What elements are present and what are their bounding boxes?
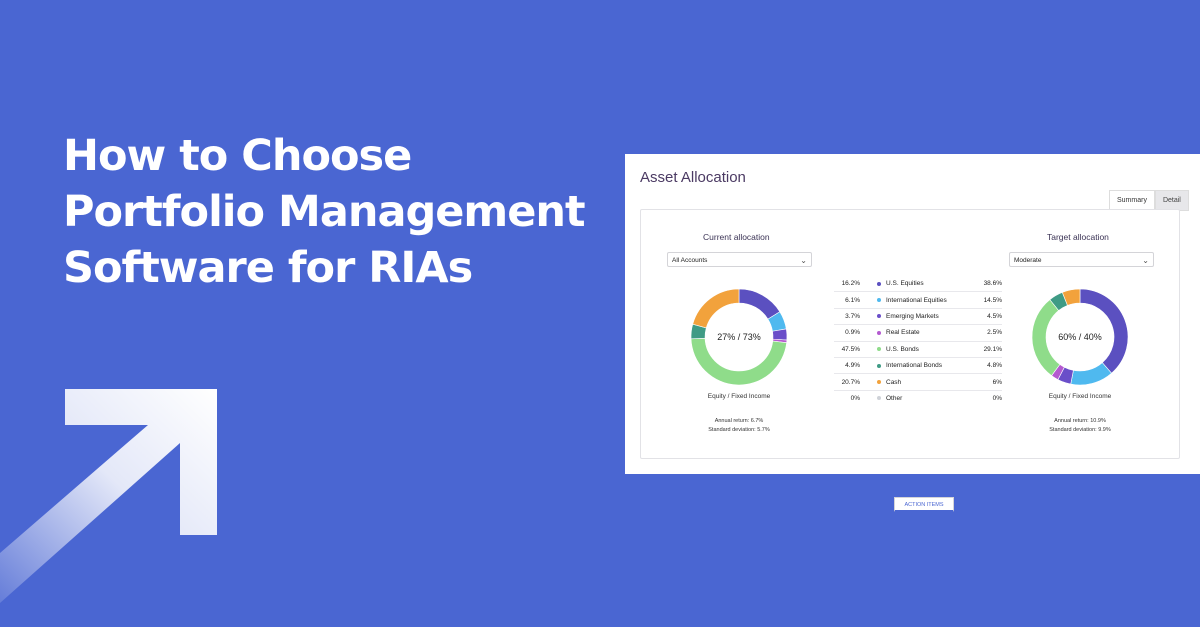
- legend-dot-icon: [877, 314, 881, 319]
- allocation-table: 16.2% U.S. Equities 38.6% 6.1% International…: [834, 276, 1002, 406]
- card-title: Asset Allocation: [640, 169, 746, 186]
- current-percent: 47.5%: [841, 345, 860, 353]
- legend-dot-icon: [877, 347, 881, 352]
- legend-dot-icon: [877, 363, 881, 368]
- current-annual-return: Annual return: 6.7%: [714, 418, 764, 424]
- asset-class-name: Other: [886, 394, 903, 402]
- donut-segment: [690, 337, 787, 386]
- allocation-row: 16.2% U.S. Equities 38.6%: [834, 276, 1002, 293]
- target-center-text: 60% / 40%: [1058, 332, 1102, 342]
- tab-detail[interactable]: Detail: [1154, 190, 1189, 211]
- action-items-button[interactable]: ACTION ITEMS: [894, 497, 954, 512]
- donut-segment: [1070, 362, 1112, 386]
- current-account-select-value: All Accounts: [672, 257, 708, 264]
- target-percent: 4.5%: [987, 312, 1002, 320]
- current-allocation-heading: Current allocation: [703, 232, 770, 242]
- donut-segment: [692, 288, 740, 329]
- asset-class-name: U.S. Bonds: [886, 345, 919, 353]
- target-percent: 38.6%: [983, 280, 1002, 288]
- current-percent: 3.7%: [845, 312, 860, 320]
- current-center-text: 27% / 73%: [717, 332, 761, 342]
- target-percent: 14.5%: [983, 296, 1002, 304]
- donut-segment: [738, 288, 781, 320]
- target-stats: Annual return: 10.9% Standard deviation:…: [1010, 417, 1150, 435]
- asset-class-name: U.S. Equities: [886, 280, 924, 288]
- asset-class-name: Real Estate: [886, 329, 920, 337]
- asset-allocation-card: Asset Allocation Summary Detail Current …: [625, 154, 1200, 512]
- target-model-select-value: Moderate: [1014, 257, 1042, 264]
- allocation-row: 20.7% Cash 6%: [834, 374, 1002, 391]
- current-stats: Annual return: 6.7% Standard deviation: …: [669, 417, 809, 435]
- target-caption: Equity / Fixed Income: [1048, 393, 1112, 400]
- target-annual-return: Annual return: 10.9%: [1054, 418, 1106, 424]
- target-percent: 2.5%: [987, 329, 1002, 337]
- current-std-dev: Standard deviation: 5.7%: [708, 427, 770, 433]
- target-percent: 0%: [992, 394, 1002, 402]
- target-percent: 4.8%: [987, 362, 1002, 370]
- current-percent: 0%: [850, 394, 860, 402]
- target-percent: 29.1%: [983, 345, 1002, 353]
- tab-summary[interactable]: Summary: [1109, 190, 1155, 211]
- allocation-panel: Current allocation All Accounts ⌄ 27% / …: [640, 209, 1180, 512]
- allocation-row: 3.7% Emerging Markets 4.5%: [834, 309, 1002, 326]
- allocation-row: 4.9% International Bonds 4.8%: [834, 358, 1002, 375]
- allocation-row: 0% Other 0%: [834, 391, 1002, 406]
- asset-class-name: International Bonds: [886, 362, 943, 370]
- current-account-select[interactable]: All Accounts ⌄: [667, 252, 812, 267]
- asset-class-name: Emerging Markets: [886, 312, 939, 320]
- legend-dot-icon: [877, 380, 881, 385]
- target-std-dev: Standard deviation: 9.9%: [1049, 427, 1111, 433]
- target-percent: 6%: [992, 378, 1002, 386]
- target-model-select[interactable]: Moderate ⌄: [1009, 252, 1154, 267]
- allocation-row: 6.1% International Equities 14.5%: [834, 292, 1002, 309]
- arrow-up-right-icon: [0, 389, 217, 603]
- chevron-down-icon: ⌄: [800, 256, 807, 265]
- tab-bar: Summary Detail: [1109, 190, 1189, 211]
- current-percent: 20.7%: [841, 378, 860, 386]
- asset-class-name: Cash: [886, 378, 902, 386]
- legend-dot-icon: [877, 281, 881, 286]
- current-percent: 4.9%: [845, 362, 860, 370]
- allocation-row: 47.5% U.S. Bonds 29.1%: [834, 342, 1002, 358]
- headline-line-2: Portfolio Management: [63, 187, 586, 237]
- current-percent: 0.9%: [845, 329, 860, 337]
- current-caption: Equity / Fixed Income: [707, 393, 771, 400]
- current-percent: 6.1%: [845, 296, 860, 304]
- chevron-down-icon: ⌄: [1142, 256, 1149, 265]
- legend-dot-icon: [877, 298, 881, 303]
- headline: How to Choose Portfolio Management Softw…: [63, 128, 623, 296]
- headline-line-1: How to Choose: [63, 131, 412, 181]
- current-percent: 16.2%: [841, 280, 860, 288]
- allocation-row: 0.9% Real Estate 2.5%: [834, 325, 1002, 342]
- legend-dot-icon: [877, 396, 881, 401]
- target-allocation-heading: Target allocation: [1047, 232, 1109, 242]
- legend-dot-icon: [877, 330, 881, 335]
- headline-line-3: Software for RIAs: [63, 243, 473, 293]
- asset-class-name: International Equities: [886, 296, 947, 304]
